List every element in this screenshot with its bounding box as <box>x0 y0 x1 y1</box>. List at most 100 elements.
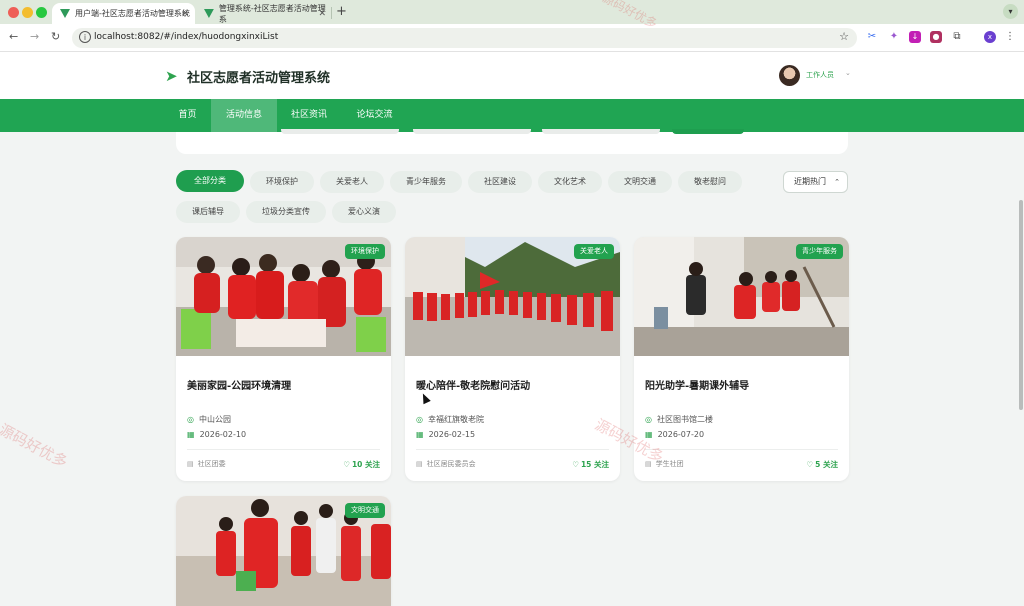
building-icon: ▤ <box>416 460 423 468</box>
new-tab-button[interactable]: + <box>336 4 347 19</box>
reload-icon[interactable]: ↻ <box>51 30 60 43</box>
nav-activities[interactable]: 活动信息 <box>211 99 277 132</box>
date-input[interactable] <box>542 129 660 134</box>
location-text: 中山公园 <box>198 415 231 424</box>
follow-count[interactable]: ♡ 10 关注 <box>343 459 380 470</box>
location-pin-icon: ◎ <box>416 415 423 424</box>
close-tab-icon[interactable]: ✕ <box>181 9 189 19</box>
page-scrollbar[interactable] <box>1019 200 1023 410</box>
activity-photo: 关爱老人 <box>405 237 620 356</box>
date-text: 2026-07-20 <box>657 430 705 439</box>
site-info-icon[interactable]: i <box>79 31 91 43</box>
search-input[interactable] <box>281 129 399 134</box>
user-role-label[interactable]: 工作人员 <box>806 70 834 80</box>
nav-news[interactable]: 社区资讯 <box>277 99 341 132</box>
activity-title[interactable]: 阳光助学-暑期课外辅导 <box>645 377 749 392</box>
vue-logo-icon <box>60 9 70 18</box>
activity-card[interactable]: 环境保护 美丽家园-公园环境清理 ◎ 中山公园 ▦ 2026-02-10 ▤ 社区团委… <box>176 237 391 481</box>
calendar-icon: ▦ <box>416 430 424 439</box>
card-divider <box>645 449 838 450</box>
follow-text: 10 关注 <box>351 460 380 469</box>
card-divider <box>187 449 380 450</box>
spy-extension-icon[interactable]: ● <box>930 31 942 43</box>
watermark: 源码好优多 <box>0 420 71 472</box>
location-pin-icon: ◎ <box>645 415 652 424</box>
close-tab-icon[interactable]: ✕ <box>318 9 326 19</box>
location-pin-icon: ◎ <box>187 415 194 424</box>
chip-culture[interactable]: 文化艺术 <box>538 171 602 193</box>
chip-tutoring[interactable]: 课后辅导 <box>176 201 240 223</box>
forward-icon[interactable]: → <box>30 30 39 43</box>
chevron-down-icon: ⌃ <box>834 178 840 186</box>
nav-forum[interactable]: 论坛交流 <box>341 99 408 132</box>
bookmark-star-icon[interactable]: ☆ <box>839 30 849 43</box>
chip-visit[interactable]: 敬老慰问 <box>678 171 742 193</box>
category-badge: 文明交通 <box>345 503 385 518</box>
activity-date: ▦ 2026-02-15 <box>416 430 475 439</box>
download-extension-icon[interactable]: ↓ <box>909 31 921 43</box>
location-text: 社区图书馆二楼 <box>656 415 713 424</box>
search-button[interactable] <box>672 129 744 134</box>
follow-count[interactable]: ♡ 5 关注 <box>806 459 838 470</box>
chip-elderly[interactable]: 关爱老人 <box>320 171 384 193</box>
chip-environment[interactable]: 环境保护 <box>250 171 314 193</box>
activity-title[interactable]: 暖心陪伴-敬老院慰问活动 <box>416 377 530 392</box>
category-badge: 环境保护 <box>345 244 385 259</box>
browser-tab-bar: 用户端-社区志愿者活动管理系统 ✕ 管理系统-社区志愿者活动管理系 ✕ + ▾ <box>0 0 1024 24</box>
minimize-window-button[interactable] <box>22 7 33 18</box>
close-window-button[interactable] <box>8 7 19 18</box>
tab-title: 管理系统-社区志愿者活动管理系 <box>218 3 326 24</box>
card-divider <box>416 449 609 450</box>
tab-search-button[interactable]: ▾ <box>1003 4 1018 19</box>
organizer-text: 社区团委 <box>197 460 226 468</box>
chip-traffic[interactable]: 文明交通 <box>608 171 672 193</box>
browser-tab-user[interactable]: 用户端-社区志愿者活动管理系统 ✕ <box>52 3 195 24</box>
browser-menu-icon[interactable]: ⋮ <box>1004 31 1016 43</box>
main-nav: 首页 活动信息 社区资讯 论坛交流 <box>0 99 1024 132</box>
chip-performance[interactable]: 爱心义演 <box>332 201 396 223</box>
location-text: 幸福红旗敬老院 <box>427 415 484 424</box>
tab-separator <box>331 7 332 19</box>
activity-title[interactable]: 美丽家园-公园环境清理 <box>187 377 291 392</box>
profile-avatar-icon[interactable]: x <box>984 31 996 43</box>
calendar-icon: ▦ <box>187 430 195 439</box>
scissors-extension-icon[interactable]: ✂ <box>866 31 878 43</box>
date-text: 2026-02-15 <box>428 430 476 439</box>
chip-garbage[interactable]: 垃圾分类宣传 <box>246 201 326 223</box>
organizer-text: 社区居民委员会 <box>426 460 476 468</box>
category-select[interactable] <box>413 129 531 134</box>
activity-location: ◎ 幸福红旗敬老院 <box>416 414 484 425</box>
site-header: ➤ 社区志愿者活动管理系统 工作人员 ⌄ <box>0 52 1024 99</box>
follow-count[interactable]: ♡ 15 关注 <box>572 459 609 470</box>
activity-card[interactable]: 文明交通 <box>176 496 391 606</box>
date-text: 2026-02-10 <box>199 430 247 439</box>
activity-card[interactable]: 青少年服务 阳光助学-暑期课外辅导 ◎ 社区图书馆二楼 ▦ 2026-07-20 ▤… <box>634 237 849 481</box>
chip-community[interactable]: 社区建设 <box>468 171 532 193</box>
thumbs-up-icon: ♡ <box>572 460 579 469</box>
activity-card[interactable]: 关爱老人 暖心陪伴-敬老院慰问活动 ◎ 幸福红旗敬老院 ▦ 2026-02-15 ▤… <box>405 237 620 481</box>
color-picker-extension-icon[interactable]: ✦ <box>888 31 900 43</box>
activity-date: ▦ 2026-07-20 <box>645 430 704 439</box>
extensions-puzzle-icon[interactable]: ⧉ <box>951 31 963 43</box>
vue-logo-icon <box>204 9 214 18</box>
category-badge: 关爱老人 <box>574 244 614 259</box>
address-bar[interactable]: i localhost:8082/#/index/huodongxinxiLis… <box>72 28 857 48</box>
follow-text: 15 关注 <box>580 460 609 469</box>
chip-all[interactable]: 全部分类 <box>176 170 244 192</box>
browser-tab-admin[interactable]: 管理系统-社区志愿者活动管理系 ✕ <box>196 3 332 24</box>
thumbs-up-icon: ♡ <box>343 460 350 469</box>
chip-youth[interactable]: 青少年服务 <box>390 171 462 193</box>
nav-home[interactable]: 首页 <box>164 99 211 132</box>
sort-select[interactable]: 近期热门 ⌃ <box>783 171 848 193</box>
search-card <box>176 129 848 154</box>
organizer: ▤ 社区居民委员会 <box>416 459 476 469</box>
follow-text: 5 关注 <box>815 460 838 469</box>
activity-photo: 环境保护 <box>176 237 391 356</box>
avatar[interactable] <box>779 65 800 86</box>
tab-title: 用户端-社区志愿者活动管理系统 <box>75 9 190 18</box>
maximize-window-button[interactable] <box>36 7 47 18</box>
chevron-down-icon[interactable]: ⌄ <box>845 69 851 77</box>
activity-photo: 文明交通 <box>176 496 391 606</box>
activity-date: ▦ 2026-02-10 <box>187 430 246 439</box>
back-icon[interactable]: ← <box>9 30 18 43</box>
